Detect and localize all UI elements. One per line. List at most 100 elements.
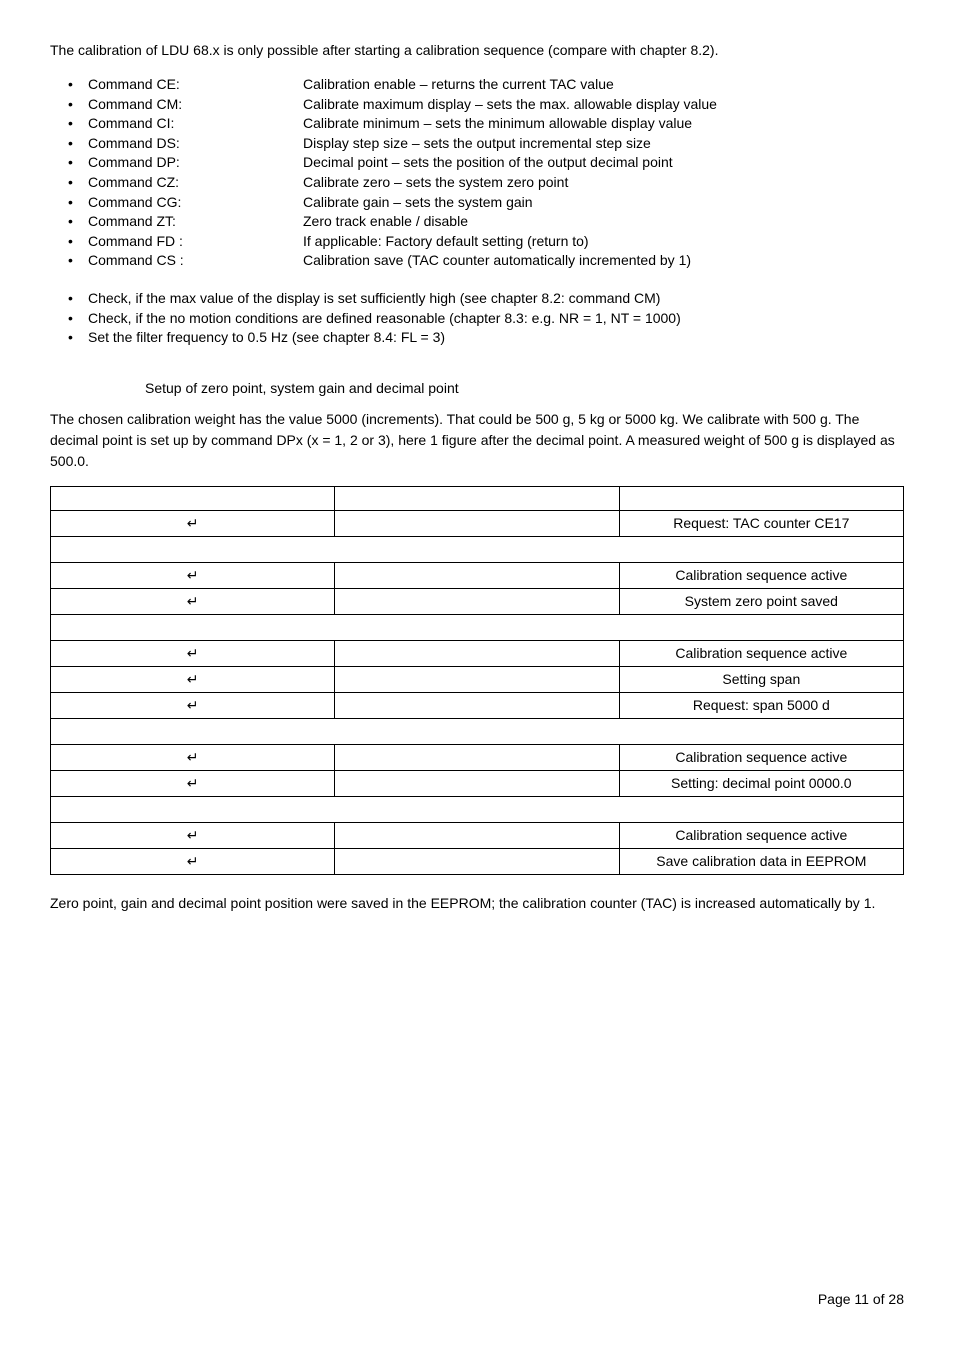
table-cell-middle [335, 692, 619, 718]
command-label: Command CI: [88, 114, 303, 134]
table-cell-result: Setting span [619, 666, 903, 692]
check-item: Check, if the max value of the display i… [68, 289, 904, 309]
command-item: Command DP:Decimal point – sets the posi… [68, 153, 904, 173]
command-label: Command CE: [88, 75, 303, 95]
table-row: ↵ Request: span 5000 d [51, 692, 904, 718]
enter-icon: ↵ [187, 515, 199, 531]
command-item: Command CE:Calibration enable – returns … [68, 75, 904, 95]
command-item: Command CM:Calibrate maximum display – s… [68, 95, 904, 115]
table-row: ↵ Calibration sequence active [51, 744, 904, 770]
section-title: Setup of zero point, system gain and dec… [145, 378, 904, 399]
command-label: Command CG: [88, 193, 303, 213]
table-cell-input [51, 486, 335, 510]
command-description: Calibration enable – returns the current… [303, 75, 904, 95]
enter-icon: ↵ [187, 775, 199, 791]
paragraph-calibration: The chosen calibration weight has the va… [50, 409, 904, 472]
table-cell-result: Calibration sequence active [619, 744, 903, 770]
check-text: Set the filter frequency to 0.5 Hz (see … [88, 328, 445, 348]
table-cell-input: ↵ [51, 848, 335, 874]
table-cell-input: ↵ [51, 510, 335, 536]
command-item: Command CI:Calibrate minimum – sets the … [68, 114, 904, 134]
command-item: Command CG:Calibrate gain – sets the sys… [68, 193, 904, 213]
command-description: Calibration save (TAC counter automatica… [303, 251, 904, 271]
table-row: ↵ Calibration sequence active [51, 562, 904, 588]
enter-icon: ↵ [187, 645, 199, 661]
command-label: Command CS : [88, 251, 303, 271]
table-cell-middle [335, 744, 619, 770]
table-cell-result: Request: TAC counter CE17 [619, 510, 903, 536]
intro-text: The calibration of LDU 68.x is only poss… [50, 40, 904, 61]
command-description: Calibrate zero – sets the system zero po… [303, 173, 904, 193]
command-description: Display step size – sets the output incr… [303, 134, 904, 154]
command-label: Command CZ: [88, 173, 303, 193]
enter-icon: ↵ [187, 827, 199, 843]
calibration-table: ↵ Request: TAC counter CE17 ↵ Calibration … [50, 486, 904, 875]
table-spanner-cell [51, 614, 904, 640]
table-cell-result: Save calibration data in EEPROM [619, 848, 903, 874]
table-row [51, 614, 904, 640]
table-cell-input: ↵ [51, 666, 335, 692]
check-text: Check, if the no motion conditions are d… [88, 309, 681, 329]
table-cell-input: ↵ [51, 822, 335, 848]
table-cell-result: Request: span 5000 d [619, 692, 903, 718]
enter-icon: ↵ [187, 749, 199, 765]
page-footer: Page 11 of 28 [818, 1289, 904, 1310]
command-description: If applicable: Factory default setting (… [303, 232, 904, 252]
table-row: ↵ System zero point saved [51, 588, 904, 614]
command-item: Command DS:Display step size – sets the … [68, 134, 904, 154]
table-spanner-cell [51, 536, 904, 562]
table-row [51, 796, 904, 822]
enter-icon: ↵ [187, 671, 199, 687]
table-cell-middle [335, 666, 619, 692]
table-row: ↵Calibration sequence active [51, 822, 904, 848]
check-text: Check, if the max value of the display i… [88, 289, 660, 309]
table-cell-result: Calibration sequence active [619, 562, 903, 588]
table-row: ↵ Request: TAC counter CE17 [51, 510, 904, 536]
table-cell-result: Calibration sequence active [619, 640, 903, 666]
table-cell-input: ↵ [51, 588, 335, 614]
table-cell-input: ↵ [51, 640, 335, 666]
table-cell-middle [335, 640, 619, 666]
checks-list: Check, if the max value of the display i… [50, 289, 904, 348]
table-cell-middle [335, 510, 619, 536]
table-row [51, 536, 904, 562]
command-description: Calibrate minimum – sets the minimum all… [303, 114, 904, 134]
command-description: Decimal point – sets the position of the… [303, 153, 904, 173]
table-row: ↵ Setting: decimal point 0000.0 [51, 770, 904, 796]
command-list: Command CE:Calibration enable – returns … [50, 75, 904, 271]
closing-text: Zero point, gain and decimal point posit… [50, 893, 904, 914]
command-label: Command DS: [88, 134, 303, 154]
command-item: Command ZT:Zero track enable / disable [68, 212, 904, 232]
table-row: ↵ Save calibration data in EEPROM [51, 848, 904, 874]
command-label: Command ZT: [88, 212, 303, 232]
command-description: Calibrate gain – sets the system gain [303, 193, 904, 213]
command-item: Command CZ:Calibrate zero – sets the sys… [68, 173, 904, 193]
table-cell-result: Setting: decimal point 0000.0 [619, 770, 903, 796]
command-label: Command FD : [88, 232, 303, 252]
command-description: Calibrate maximum display – sets the max… [303, 95, 904, 115]
table-spanner-cell [51, 718, 904, 744]
command-label: Command DP: [88, 153, 303, 173]
table-cell-middle [335, 588, 619, 614]
enter-icon: ↵ [187, 567, 199, 583]
check-item: Check, if the no motion conditions are d… [68, 309, 904, 329]
table-cell-result: System zero point saved [619, 588, 903, 614]
table-cell-input: ↵ [51, 692, 335, 718]
command-item: Command CS :Calibration save (TAC counte… [68, 251, 904, 271]
table-cell-input: ↵ [51, 562, 335, 588]
table-cell-middle [335, 822, 619, 848]
table-row [51, 486, 904, 510]
command-label: Command CM: [88, 95, 303, 115]
enter-icon: ↵ [187, 697, 199, 713]
table-cell-middle [335, 770, 619, 796]
table-cell-middle [335, 562, 619, 588]
table-cell-input: ↵ [51, 770, 335, 796]
table-row: ↵ Setting span [51, 666, 904, 692]
table-cell-middle [335, 486, 619, 510]
command-item: Command FD :If applicable: Factory defau… [68, 232, 904, 252]
table-cell-middle [335, 848, 619, 874]
table-row: ↵ Calibration sequence active [51, 640, 904, 666]
table-cell-result [619, 486, 903, 510]
table-spanner-cell [51, 796, 904, 822]
check-item: Set the filter frequency to 0.5 Hz (see … [68, 328, 904, 348]
